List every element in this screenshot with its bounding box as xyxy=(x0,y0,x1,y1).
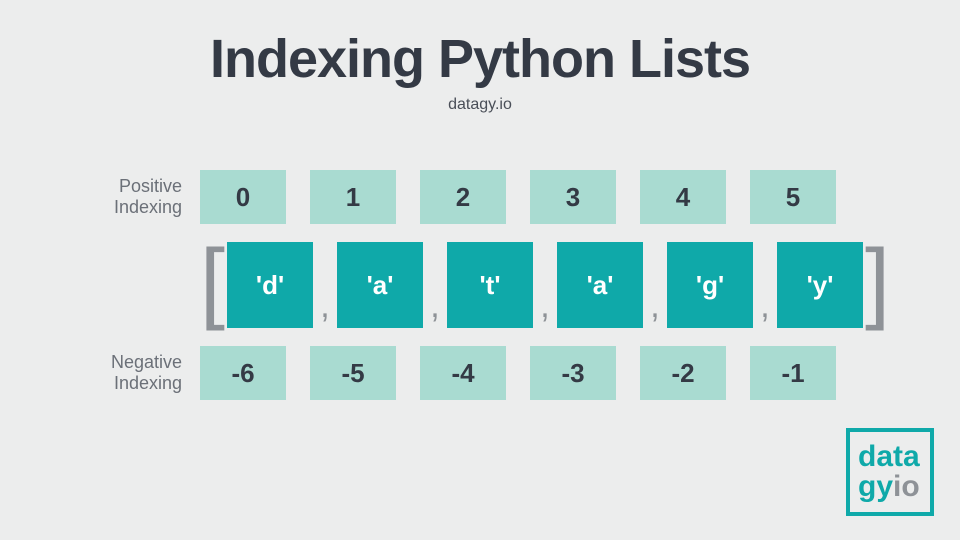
positive-index-cell: 0 xyxy=(200,170,286,224)
logo-gy: gy xyxy=(858,470,893,503)
comma: , xyxy=(313,287,337,328)
negative-index-cell: -1 xyxy=(750,346,836,400)
logo-io: io xyxy=(893,470,920,503)
negative-index-label: Negative Indexing xyxy=(90,352,200,393)
datagy-logo: data gyio xyxy=(846,428,934,516)
list-row: [ 'd' , 'a' , 't' , 'a' , 'g' , xyxy=(200,242,870,328)
positive-index-cell: 4 xyxy=(640,170,726,224)
list-element: 'y' xyxy=(777,242,863,328)
list-element: 't' , xyxy=(447,242,557,328)
logo-text-line2: gyio xyxy=(858,472,930,502)
bracket-right: ] xyxy=(865,251,890,320)
comma: , xyxy=(533,287,557,328)
element-cell: 'a' xyxy=(337,242,423,328)
negative-index-cells: -6 -5 -4 -3 -2 -1 xyxy=(200,346,836,400)
element-cell: 'a' xyxy=(557,242,643,328)
comma: , xyxy=(423,287,447,328)
negative-index-cell: -3 xyxy=(530,346,616,400)
diagram: Positive Indexing 0 1 2 3 4 5 [ 'd' , 'a… xyxy=(90,170,870,418)
list-cells: 'd' , 'a' , 't' , 'a' , 'g' , 'y' xyxy=(227,242,863,328)
element-cell: 'd' xyxy=(227,242,313,328)
positive-index-cells: 0 1 2 3 4 5 xyxy=(200,170,836,224)
list-element: 'd' , xyxy=(227,242,337,328)
positive-index-label: Positive Indexing xyxy=(90,176,200,217)
positive-index-cell: 5 xyxy=(750,170,836,224)
element-cell: 't' xyxy=(447,242,533,328)
comma: , xyxy=(643,287,667,328)
negative-index-cell: -5 xyxy=(310,346,396,400)
element-cell: 'y' xyxy=(777,242,863,328)
negative-index-cell: -6 xyxy=(200,346,286,400)
positive-index-row: Positive Indexing 0 1 2 3 4 5 xyxy=(90,170,870,224)
list-element: 'a' , xyxy=(557,242,667,328)
negative-index-cell: -4 xyxy=(420,346,506,400)
element-cell: 'g' xyxy=(667,242,753,328)
list-element: 'a' , xyxy=(337,242,447,328)
page-subtitle: datagy.io xyxy=(0,96,960,114)
positive-index-cell: 1 xyxy=(310,170,396,224)
negative-index-row: Negative Indexing -6 -5 -4 -3 -2 -1 xyxy=(90,346,870,400)
bracket-left: [ xyxy=(200,251,225,320)
logo-text-line1: data xyxy=(858,442,930,472)
positive-index-cell: 2 xyxy=(420,170,506,224)
comma: , xyxy=(753,287,777,328)
negative-index-cell: -2 xyxy=(640,346,726,400)
list-element: 'g' , xyxy=(667,242,777,328)
positive-index-cell: 3 xyxy=(530,170,616,224)
page-title: Indexing Python Lists xyxy=(0,0,960,90)
